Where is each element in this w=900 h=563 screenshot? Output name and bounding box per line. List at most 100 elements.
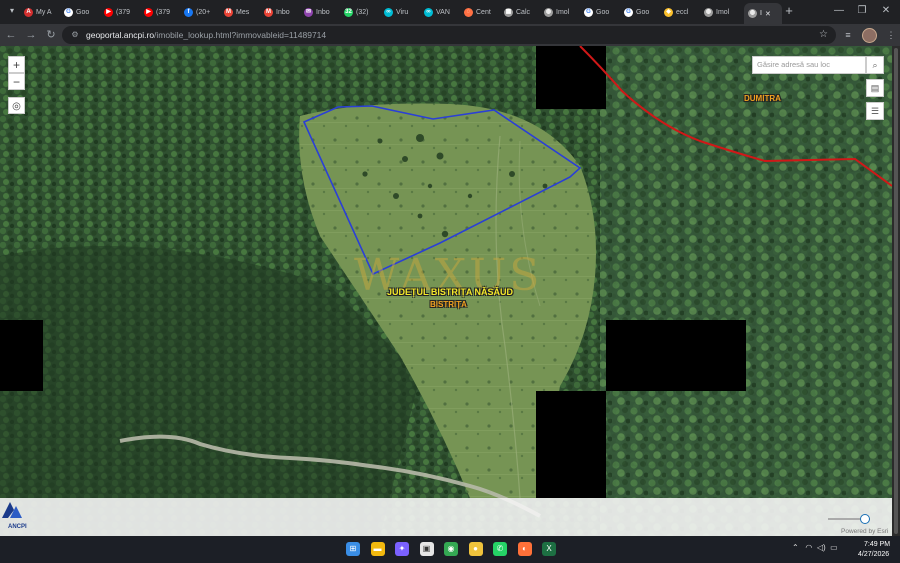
locality-label-dumitra: DUMITRA xyxy=(744,94,781,103)
battery-icon[interactable]: ▭ xyxy=(830,543,838,552)
maximize-icon[interactable]: ❐ xyxy=(855,4,869,18)
browser-tab[interactable]: G Goo xyxy=(584,3,620,21)
ancpi-logo-text: ANCPI xyxy=(8,524,27,530)
browser-tab-strip: ▾ A My A G Goo ▶ (379 ▶ (379 f (20+ M Mes M Inbo ✉ Inbo… xyxy=(0,0,900,24)
google-icon: G xyxy=(624,7,633,17)
back-button[interactable]: ← xyxy=(3,27,19,43)
wifi-icon[interactable]: ◠ xyxy=(805,543,812,552)
tab-label: Mes xyxy=(236,8,250,16)
excel-icon[interactable]: X xyxy=(542,542,556,556)
browser-tab[interactable]: M Mes xyxy=(224,3,260,21)
browser-tab[interactable]: G Goo xyxy=(624,3,660,21)
scrollbar-thumb[interactable] xyxy=(894,48,898,534)
circle-icon: ◌ xyxy=(464,7,473,17)
tab-label: Inbo xyxy=(276,8,290,16)
browser-tab[interactable]: ✉ Inbo xyxy=(304,3,340,21)
browser-tab-active[interactable]: ◍ I ✕ xyxy=(744,3,782,24)
tab-label: Calc xyxy=(516,8,531,16)
browser-tab[interactable]: ▦ Calc xyxy=(504,3,540,21)
attribution: Powered by Esri xyxy=(841,528,889,535)
browser-tab[interactable]: G Goo xyxy=(64,3,100,21)
file-explorer-icon[interactable]: ▬ xyxy=(370,542,385,556)
browser-tab[interactable]: ◌ Cent xyxy=(464,3,500,21)
layer-list-icon[interactable]: ☰ xyxy=(866,102,884,120)
chat-icon[interactable]: ● xyxy=(468,542,483,556)
profile-avatar[interactable] xyxy=(862,28,877,43)
map-viewport[interactable]: WAXUS JUDEȚUL BISTRIȚA NĂSĂUD BISTRIȚA D… xyxy=(0,46,892,536)
url-path: /imobile_lookup.html?immovableid=1148971… xyxy=(154,30,327,40)
tab-label: My A xyxy=(36,8,52,16)
forward-button[interactable]: → xyxy=(23,27,39,43)
browser-tab[interactable]: ▶ (379 xyxy=(104,3,140,21)
browser-tab[interactable]: ∞ Viru xyxy=(384,3,420,21)
tab-label: Goo xyxy=(596,8,610,16)
browser-tab[interactable]: ◍ Imol xyxy=(704,3,740,21)
site-info-icon[interactable]: ⚙ xyxy=(69,29,81,41)
chrome-icon[interactable]: ◉ xyxy=(444,542,458,556)
browser-tab[interactable]: ◍ Imol xyxy=(544,3,580,21)
tab-label: (379 xyxy=(116,8,131,16)
tab-label: Inbo xyxy=(316,8,330,16)
browser-tab[interactable]: ▶ (379 xyxy=(144,3,180,21)
globe-icon: ◍ xyxy=(544,7,553,17)
menu-icon[interactable]: ⋮ xyxy=(884,28,898,42)
windows-start-icon[interactable]: ⊞ xyxy=(346,542,360,556)
url-host: geoportal.ancpi.ro xyxy=(86,30,155,40)
google-icon: G xyxy=(64,7,73,17)
store-icon[interactable]: ▣ xyxy=(419,542,434,556)
county-label: JUDEȚUL BISTRIȚA NĂSĂUD xyxy=(387,287,514,297)
firefox-icon[interactable]: ◐ xyxy=(517,542,532,556)
search-icon[interactable]: ⌕ xyxy=(866,56,884,74)
locality-label: BISTRIȚA xyxy=(430,300,467,309)
chevron-up-icon[interactable]: ⌃ xyxy=(792,543,799,552)
close-tab-icon[interactable]: ✕ xyxy=(765,10,771,18)
shield-icon: ◆ xyxy=(664,7,673,17)
vertical-scrollbar[interactable] xyxy=(892,46,900,536)
adobe-icon: A xyxy=(24,7,33,17)
calculator-icon: ▦ xyxy=(504,7,513,17)
reload-button[interactable]: ↻ xyxy=(43,27,59,43)
mail-icon: ✉ xyxy=(304,7,313,17)
google-icon: G xyxy=(584,7,593,17)
whatsapp-icon[interactable]: ✆ xyxy=(493,542,507,556)
minimize-icon[interactable]: — xyxy=(832,4,846,18)
tab-label: (32) xyxy=(356,8,369,16)
clock-date[interactable]: 4/27/2026 xyxy=(858,551,889,558)
browser-tab[interactable]: f (20+ xyxy=(184,3,220,21)
browser-tab[interactable]: A My A xyxy=(24,3,60,21)
copilot-icon[interactable]: ✦ xyxy=(395,542,409,556)
tab-label: Cent xyxy=(476,8,491,16)
zoom-in-button[interactable]: + xyxy=(8,56,25,73)
url-text[interactable]: geoportal.ancpi.ro/imobile_lookup.html?i… xyxy=(86,29,326,41)
basemap-gallery-icon[interactable]: ▤ xyxy=(866,79,884,97)
close-window-icon[interactable]: ✕ xyxy=(879,4,893,18)
bookmark-star-icon[interactable]: ☆ xyxy=(819,28,828,42)
media-controls-icon[interactable]: ≡ xyxy=(841,28,855,42)
tab-search-icon[interactable]: ▾ xyxy=(6,5,18,17)
browser-tab[interactable]: 32 (32) xyxy=(344,3,380,21)
zoom-out-button[interactable]: − xyxy=(8,73,25,90)
browser-tab[interactable]: M Inbo xyxy=(264,3,300,21)
system-tray[interactable]: ⌃ ◠ ◁) ▭ xyxy=(792,543,838,552)
vpn-icon: ∞ xyxy=(424,7,433,17)
tab-label: Goo xyxy=(76,8,90,16)
tab-label: I xyxy=(760,10,762,17)
globe-icon: ◍ xyxy=(748,9,757,18)
address-bar[interactable]: ⚙ geoportal.ancpi.ro/imobile_lookup.html… xyxy=(62,26,836,44)
volume-icon[interactable]: ◁) xyxy=(817,543,826,552)
zoom-slider-handle[interactable] xyxy=(859,514,870,524)
gmail-icon: M xyxy=(264,7,273,17)
tab-label: Imol xyxy=(556,8,570,16)
globe-icon: ◍ xyxy=(704,7,713,17)
tab-label: Imol xyxy=(716,8,730,16)
clock-time[interactable]: 7:49 PM xyxy=(864,541,890,548)
browser-tab[interactable]: ∞ VAN xyxy=(424,3,460,21)
browser-tab[interactable]: ◆ eccl xyxy=(664,3,700,21)
address-search-input[interactable]: Găsire adresă sau loc xyxy=(752,56,866,74)
tab-label: Goo xyxy=(636,8,650,16)
new-tab-button[interactable]: + xyxy=(782,4,796,18)
locate-button[interactable]: ◎ xyxy=(8,97,25,114)
tab-label: (379 xyxy=(156,8,171,16)
vpn-icon: ∞ xyxy=(384,7,393,17)
youtube-icon: ▶ xyxy=(104,7,113,17)
